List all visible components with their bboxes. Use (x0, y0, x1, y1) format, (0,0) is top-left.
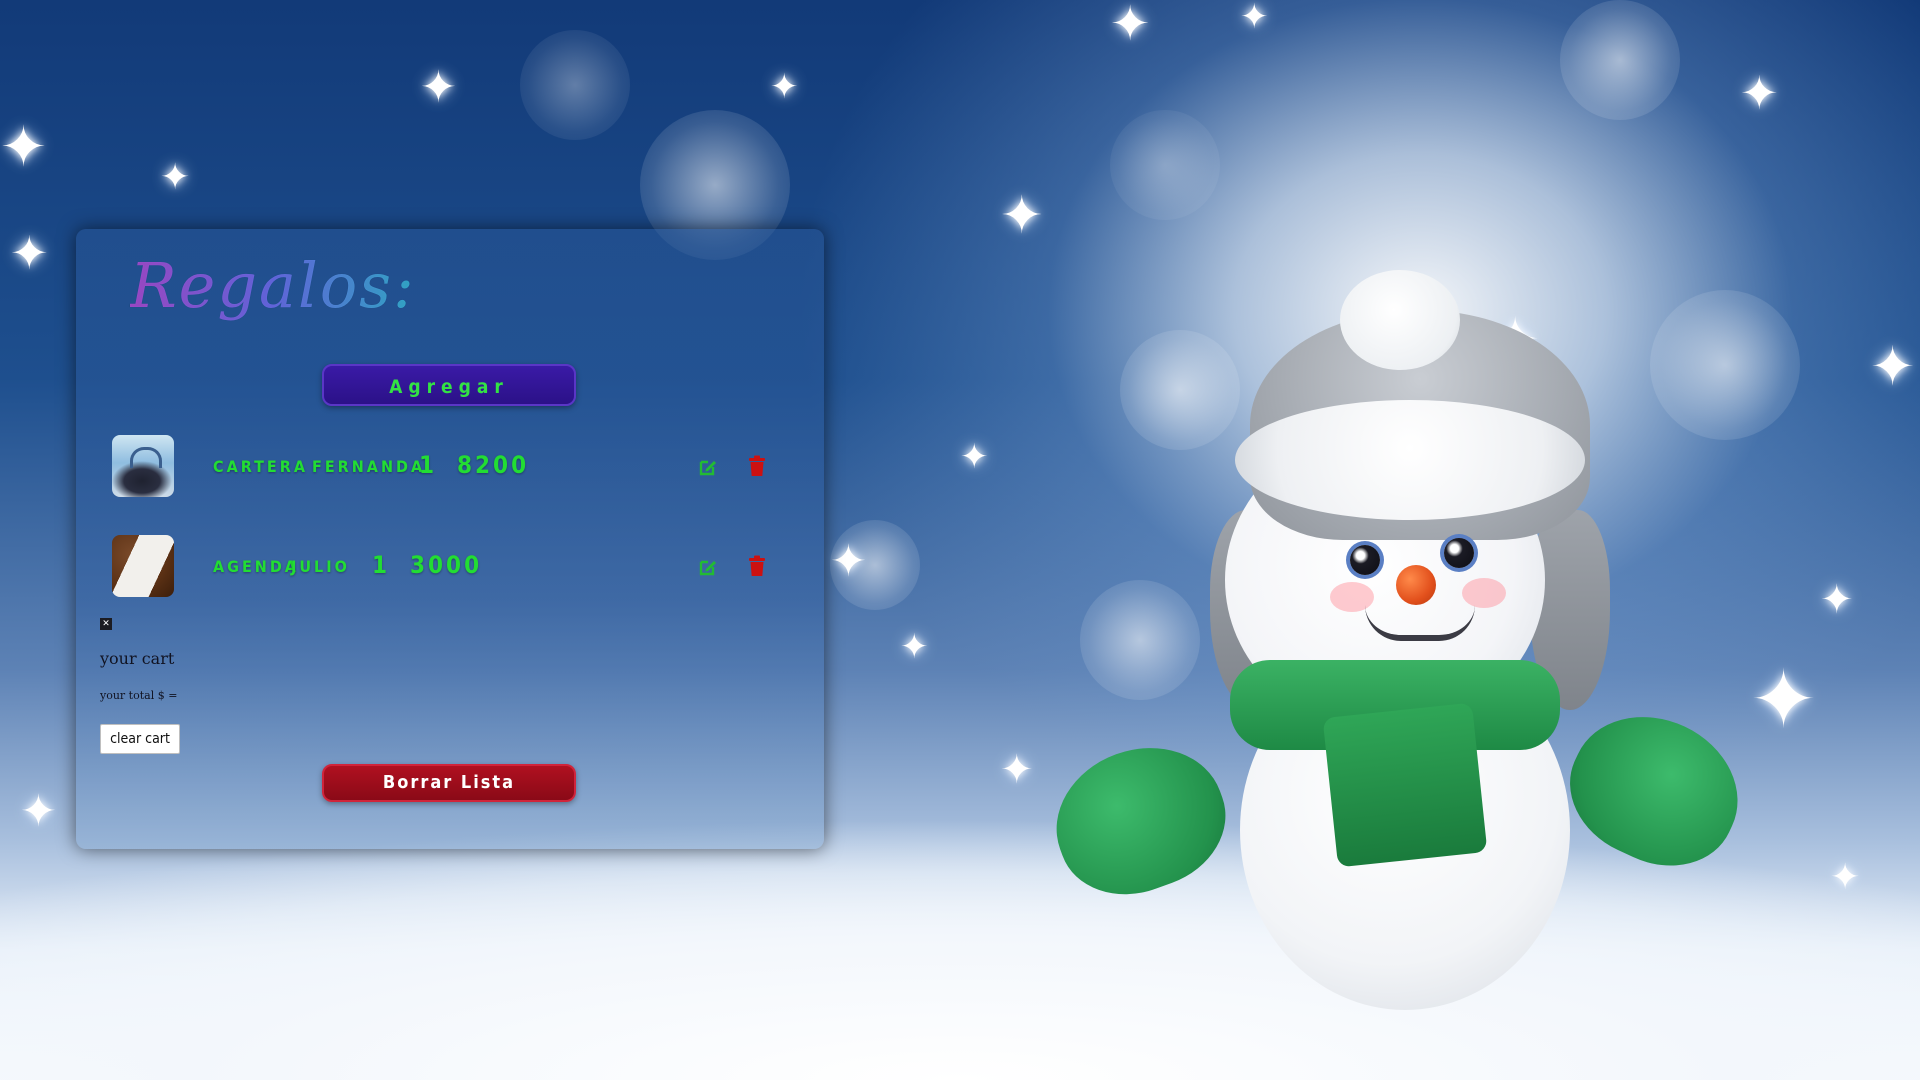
sparkle-star: ✦ (1110, 0, 1151, 52)
snowman-left-mitten (1036, 725, 1244, 915)
background-scene: ✦ ✦ ✦ ✦ ✦ ✦ ✦ ✦ ✦ ✦ ✦ ✦ ✦ ✦ ✦ ✦ ✦ ✦ ✦ Re… (0, 0, 1920, 1080)
item-price: 3000 (410, 551, 483, 579)
page-title: Regalos: (130, 249, 416, 322)
list-item: CARTERA FERNANDA 1 8200 (112, 435, 792, 499)
snowman-cheek (1462, 578, 1506, 608)
gift-list-panel: Regalos: Agregar CARTERA FERNANDA 1 8200… (76, 229, 824, 849)
sparkle-star: ✦ (0, 115, 47, 180)
cart-total: your total $ = (100, 689, 178, 702)
sparkle-star: ✦ (160, 157, 191, 198)
sparkle-star: ✦ (420, 62, 457, 113)
snowman-hat-brim (1235, 400, 1585, 520)
item-quantity: 1 (372, 551, 388, 579)
agenda-thumbnail-icon (112, 535, 174, 597)
sparkle-star: ✦ (960, 437, 989, 477)
cart-close-icon[interactable]: ✕ (100, 618, 112, 630)
sparkle-star: ✦ (1240, 0, 1269, 37)
snowman-nose (1396, 565, 1436, 605)
sparkle-star: ✦ (1870, 335, 1916, 398)
sparkle-star: ✦ (770, 67, 799, 107)
sparkle-star: ✦ (1740, 66, 1779, 120)
sparkle-star: ✦ (1750, 653, 1818, 746)
edit-icon[interactable] (698, 457, 718, 477)
sparkle-star: ✦ (10, 226, 49, 280)
sparkle-star: ✦ (1000, 186, 1044, 246)
item-quantity: 1 (419, 451, 435, 479)
item-recipient: FERNANDA (312, 457, 426, 476)
bag-thumbnail-icon (112, 435, 174, 497)
clear-cart-button[interactable]: clear cart (100, 724, 180, 754)
snowman-right-mitten (1548, 690, 1762, 890)
snowman-illustration (1030, 270, 1762, 1040)
item-recipient: JULIO (291, 557, 350, 576)
list-item: AGENDA JULIO 1 3000 (112, 535, 792, 599)
trash-icon[interactable] (748, 555, 766, 577)
bokeh-light (1110, 110, 1220, 220)
bokeh-light (1560, 0, 1680, 120)
clear-list-button[interactable]: Borrar Lista (322, 764, 576, 802)
cart-title: your cart (100, 649, 175, 668)
bokeh-light (520, 30, 630, 140)
edit-icon[interactable] (698, 557, 718, 577)
snowman-pompom (1340, 270, 1460, 370)
snowman-eye (1444, 538, 1474, 568)
sparkle-star: ✦ (830, 536, 867, 587)
snowman-scarf-tail (1322, 702, 1488, 868)
item-price: 8200 (457, 451, 530, 479)
sparkle-star: ✦ (1820, 577, 1854, 623)
item-name: CARTERA (213, 457, 308, 476)
trash-icon[interactable] (748, 455, 766, 477)
snowman-eye (1350, 545, 1380, 575)
item-name: AGENDA (213, 557, 299, 576)
add-gift-button[interactable]: Agregar (322, 364, 576, 406)
sparkle-star: ✦ (900, 627, 929, 667)
